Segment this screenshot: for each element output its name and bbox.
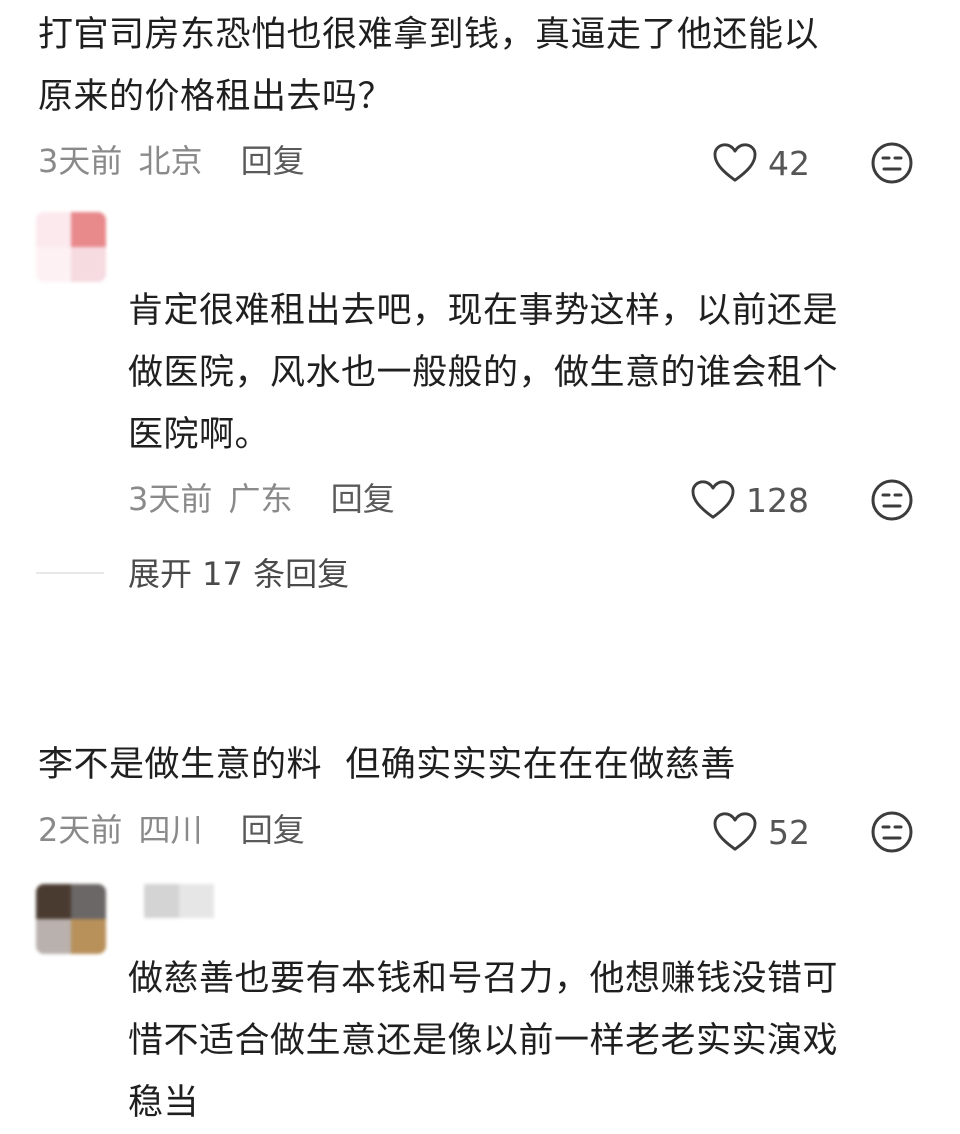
- heart-outline-icon: [713, 143, 757, 182]
- reply-2-avatar[interactable]: [36, 884, 106, 954]
- expand-divider: [36, 572, 104, 574]
- comment-1-line-1: 打官司房东恐怕也很难拿到钱，真逼走了他还能以: [38, 15, 820, 55]
- comment-2-like-button[interactable]: 52: [712, 810, 810, 854]
- reply-1-like-count: 128: [746, 480, 809, 520]
- reply-1-text: 肯定很难租出去吧，现在事势这样，以前还是 做医院，风水也一般般的，做生意的谁会租…: [128, 280, 928, 466]
- comment-2-location: 四川: [138, 811, 203, 849]
- heart-outline-icon: [713, 812, 757, 851]
- comment-1-reply-button[interactable]: 回复: [241, 142, 305, 180]
- heart-outline-icon: [691, 480, 735, 519]
- reply-1-location: 广东: [228, 480, 293, 518]
- comment-1-line-2: 原来的价格租出去吗？: [38, 77, 394, 117]
- reply-1-avatar[interactable]: [36, 212, 106, 282]
- comment-1-like-count: 42: [768, 143, 810, 183]
- reply-1-like-button[interactable]: 128: [690, 478, 809, 522]
- comment-1-meta: 3天前 北京 回复: [38, 141, 305, 181]
- reply-1-line-2: 做医院，风水也一般般的，做生意的谁会租个: [128, 353, 839, 393]
- neutral-face-icon[interactable]: [870, 478, 914, 522]
- reply-2-line-3: 稳当: [128, 1083, 200, 1123]
- reply-2-line-1: 做慈善也要有本钱和号召力，他想赚钱没错可: [128, 959, 839, 999]
- comment-1-like-button[interactable]: 42: [712, 141, 810, 185]
- reply-1-meta: 3天前 广东 回复: [128, 479, 395, 519]
- neutral-face-icon[interactable]: [870, 810, 914, 854]
- comment-2-time: 2天前: [38, 811, 123, 849]
- comment-1-location: 北京: [138, 142, 203, 180]
- comment-1-time: 3天前: [38, 142, 123, 180]
- reply-2-text: 做慈善也要有本钱和号召力，他想赚钱没错可 惜不适合做生意还是像以前一样老老实实演…: [128, 948, 928, 1134]
- reply-1-line-3: 医院啊。: [128, 415, 271, 455]
- reply-1-line-1: 肯定很难租出去吧，现在事势这样，以前还是: [128, 291, 839, 331]
- comment-2-like-count: 52: [768, 812, 810, 852]
- comment-2-text: 李不是做生意的料 但确实实实在在在做慈善: [38, 734, 938, 796]
- comment-2-meta: 2天前 四川 回复: [38, 810, 305, 850]
- expand-replies-button[interactable]: 展开 17 条回复: [128, 554, 349, 594]
- comment-2-reply-button[interactable]: 回复: [241, 811, 305, 849]
- reply-1-reply-button[interactable]: 回复: [331, 480, 395, 518]
- reply-2-username[interactable]: [144, 884, 214, 918]
- reply-1-time: 3天前: [128, 480, 213, 518]
- comment-1-text: 打官司房东恐怕也很难拿到钱，真逼走了他还能以 原来的价格租出去吗？: [38, 4, 938, 128]
- reply-2-line-2: 惜不适合做生意还是像以前一样老老实实演戏: [128, 1021, 839, 1061]
- comment-2-line-1: 李不是做生意的料 但确实实实在在在做慈善: [38, 745, 736, 785]
- neutral-face-icon[interactable]: [870, 141, 914, 185]
